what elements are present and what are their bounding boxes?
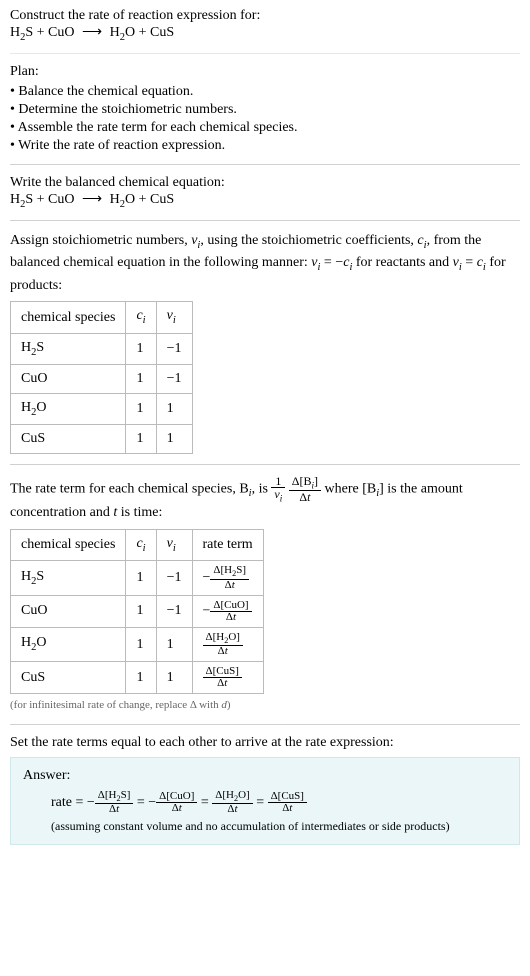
cell-ci: 1 (126, 333, 156, 364)
cell-nui: −1 (156, 333, 192, 364)
rateterm-block: The rate term for each chemical species,… (10, 475, 520, 714)
balanced-block: Write the balanced chemical equation: H2… (10, 175, 520, 210)
cell-nui: 1 (156, 662, 192, 694)
cell-species: CuO (11, 365, 126, 394)
cell-ci: 1 (126, 365, 156, 394)
table-row: CuS 1 1 Δ[CuS]Δt (11, 662, 264, 694)
cell-rate: −Δ[H2S]Δt (192, 561, 263, 595)
cell-species: CuS (11, 662, 126, 694)
cell-ci: 1 (126, 627, 156, 661)
cell-ci: 1 (126, 393, 156, 424)
divider (10, 53, 520, 54)
plan-title: Plan: (10, 64, 520, 80)
prompt-text: Construct the rate of reaction expressio… (10, 8, 520, 24)
final-intro: Set the rate terms equal to each other t… (10, 735, 520, 751)
cell-species: CuO (11, 595, 126, 627)
answer-label: Answer: (23, 768, 507, 784)
cell-nui: 1 (156, 425, 192, 454)
cell-ci: 1 (126, 595, 156, 627)
cell-nui: −1 (156, 561, 192, 595)
stoich-block: Assign stoichiometric numbers, νi, using… (10, 231, 520, 454)
col-ci: ci (126, 529, 156, 560)
stoich-intro: Assign stoichiometric numbers, νi, using… (10, 231, 520, 296)
cell-species: H2O (11, 627, 126, 661)
table-header-row: chemical species ci νi rate term (11, 529, 264, 560)
col-nui: νi (156, 302, 192, 333)
cell-rate: Δ[CuS]Δt (192, 662, 263, 694)
header-block: Construct the rate of reaction expressio… (10, 8, 520, 43)
final-block: Set the rate terms equal to each other t… (10, 735, 520, 845)
equation: H2S + CuO ⟶ H2O + CuS (10, 24, 520, 43)
plan-item: • Balance the chemical equation. (10, 84, 520, 100)
table-row: H2O 1 1 Δ[H2O]Δt (11, 627, 264, 661)
col-species: chemical species (11, 302, 126, 333)
cell-nui: −1 (156, 595, 192, 627)
stoich-table: chemical species ci νi H2S 1 −1 CuO 1 −1… (10, 301, 193, 454)
balanced-equation: H2S + CuO ⟶ H2O + CuS (10, 191, 520, 210)
rateterm-note: (for infinitesimal rate of change, repla… (10, 698, 520, 713)
table-row: CuS 1 1 (11, 425, 193, 454)
divider (10, 164, 520, 165)
cell-species: CuS (11, 425, 126, 454)
plan-block: Plan: • Balance the chemical equation. •… (10, 64, 520, 154)
plan-list: • Balance the chemical equation. • Deter… (10, 84, 520, 154)
table-row: H2S 1 −1 −Δ[H2S]Δt (11, 561, 264, 595)
cell-ci: 1 (126, 662, 156, 694)
cell-nui: 1 (156, 393, 192, 424)
cell-nui: −1 (156, 365, 192, 394)
answer-box: Answer: rate = −Δ[H2S]Δt = −Δ[CuO]Δt = Δ… (10, 757, 520, 845)
balanced-title: Write the balanced chemical equation: (10, 175, 520, 191)
col-species: chemical species (11, 529, 126, 560)
col-ci: ci (126, 302, 156, 333)
table-row: CuO 1 −1 (11, 365, 193, 394)
plan-item: • Determine the stoichiometric numbers. (10, 102, 520, 118)
cell-species: H2S (11, 333, 126, 364)
divider (10, 464, 520, 465)
table-row: CuO 1 −1 −Δ[CuO]Δt (11, 595, 264, 627)
cell-nui: 1 (156, 627, 192, 661)
cell-species: H2S (11, 561, 126, 595)
cell-rate: Δ[H2O]Δt (192, 627, 263, 661)
table-header-row: chemical species ci νi (11, 302, 193, 333)
cell-ci: 1 (126, 425, 156, 454)
answer-equation: rate = −Δ[H2S]Δt = −Δ[CuO]Δt = Δ[H2O]Δt … (23, 790, 507, 815)
col-rate: rate term (192, 529, 263, 560)
rateterm-intro: The rate term for each chemical species,… (10, 475, 520, 523)
plan-item: • Assemble the rate term for each chemic… (10, 120, 520, 136)
table-row: H2O 1 1 (11, 393, 193, 424)
cell-species: H2O (11, 393, 126, 424)
cell-rate: −Δ[CuO]Δt (192, 595, 263, 627)
divider (10, 724, 520, 725)
plan-item: • Write the rate of reaction expression. (10, 138, 520, 154)
answer-note: (assuming constant volume and no accumul… (23, 819, 507, 834)
cell-ci: 1 (126, 561, 156, 595)
col-nui: νi (156, 529, 192, 560)
rateterm-table: chemical species ci νi rate term H2S 1 −… (10, 529, 264, 694)
divider (10, 220, 520, 221)
table-row: H2S 1 −1 (11, 333, 193, 364)
